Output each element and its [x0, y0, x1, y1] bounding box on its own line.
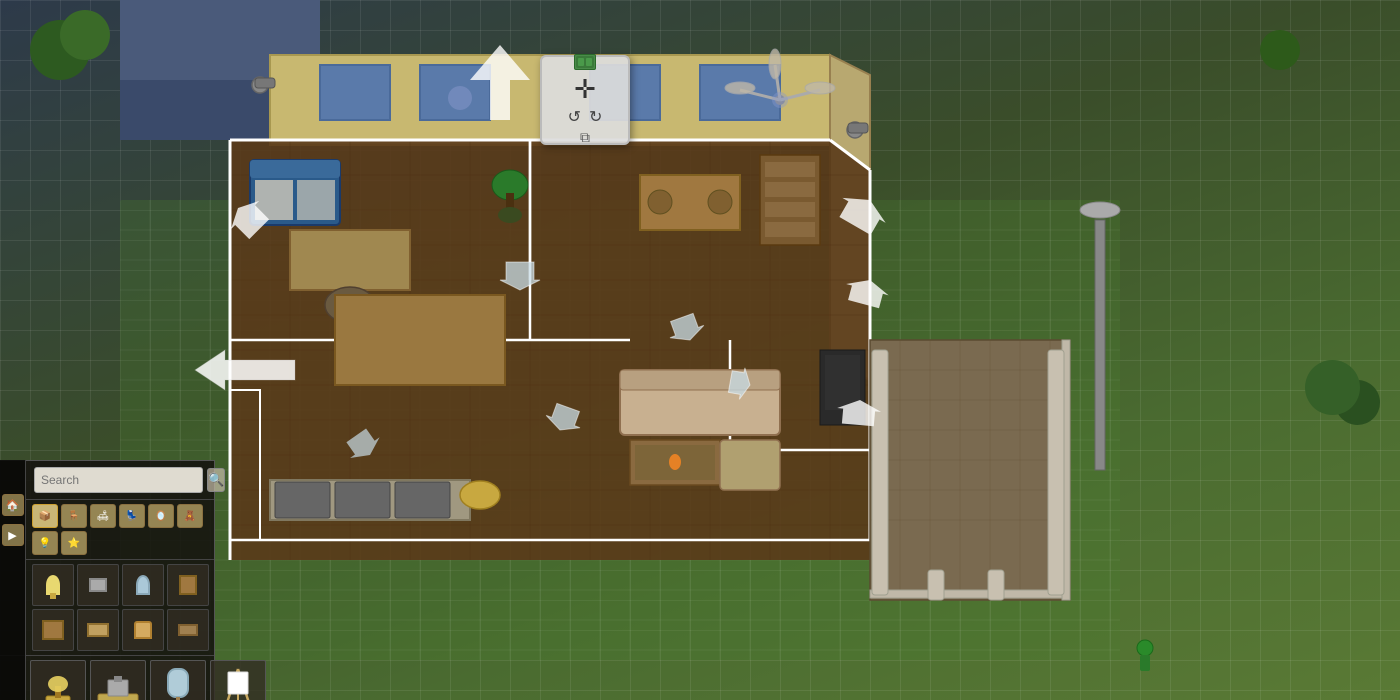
preview-item-easel[interactable]: [210, 660, 266, 700]
preview-items-row: [0, 655, 214, 700]
move-tool-top-icons: [574, 54, 596, 70]
item-cell-chair[interactable]: [122, 609, 164, 651]
item-cell-computer[interactable]: [77, 564, 119, 606]
preview-item-desk-computer[interactable]: [90, 660, 146, 700]
item-cell-shelf[interactable]: [167, 564, 209, 606]
search-input[interactable]: [34, 467, 203, 493]
item-cell-wardrobe[interactable]: [32, 609, 74, 651]
preview-item-lamp-table[interactable]: [30, 660, 86, 700]
move-tool-popup: ✛ ↺ ↻ ⧉: [540, 55, 630, 145]
background-building-wall: [120, 80, 320, 140]
tree-4: [1305, 360, 1360, 415]
cat-tab-chair2[interactable]: 💺: [119, 504, 145, 528]
green-icon-box: [574, 54, 596, 70]
cat-tab-misc[interactable]: ⭐: [61, 531, 87, 555]
cat-tab-lamp[interactable]: 💡: [32, 531, 58, 555]
item-cell-mirror[interactable]: [122, 564, 164, 606]
move-arrows-icon[interactable]: ✛: [574, 74, 596, 105]
rotate-right-icon[interactable]: ↻: [589, 107, 602, 127]
search-row: 🔍: [26, 461, 214, 500]
item-cell-desk[interactable]: [77, 609, 119, 651]
rotate-icons: ↺ ↻: [568, 107, 603, 127]
item-cell-lamp[interactable]: [32, 564, 74, 606]
cat-tab-table[interactable]: 🪞: [148, 504, 174, 528]
tree-5: [1260, 30, 1300, 70]
category-tabs: 📦 🪑 🛋 💺 🪞 🧸 💡 ⭐: [26, 500, 214, 560]
rotate-left-icon[interactable]: ↺: [568, 107, 581, 127]
left-nav: 🏠 ▶: [0, 460, 26, 700]
copy-icon[interactable]: ⧉: [580, 129, 590, 146]
game-viewport: ✛ ↺ ↻ ⧉ 🏠 ▶ 🔍 📦 🪑 🛋 💺 🪞 🧸 💡 ⭐: [0, 0, 1400, 700]
item-cell-table[interactable]: [167, 609, 209, 651]
tree-2: [60, 10, 110, 60]
nav-home-icon[interactable]: 🏠: [2, 494, 24, 516]
nav-arrow-icon[interactable]: ▶: [2, 524, 24, 546]
search-button[interactable]: 🔍: [207, 468, 225, 492]
preview-item-mirror[interactable]: [150, 660, 206, 700]
cat-tab-chair1[interactable]: 🪑: [61, 504, 87, 528]
cat-tab-toy[interactable]: 🧸: [177, 504, 203, 528]
cat-tab-sofa[interactable]: 🛋: [90, 504, 116, 528]
item-grid-small: [26, 560, 214, 655]
buy-panel: 🏠 ▶ 🔍 📦 🪑 🛋 💺 🪞 🧸 💡 ⭐: [0, 460, 215, 700]
cat-tab-box[interactable]: 📦: [32, 504, 58, 528]
